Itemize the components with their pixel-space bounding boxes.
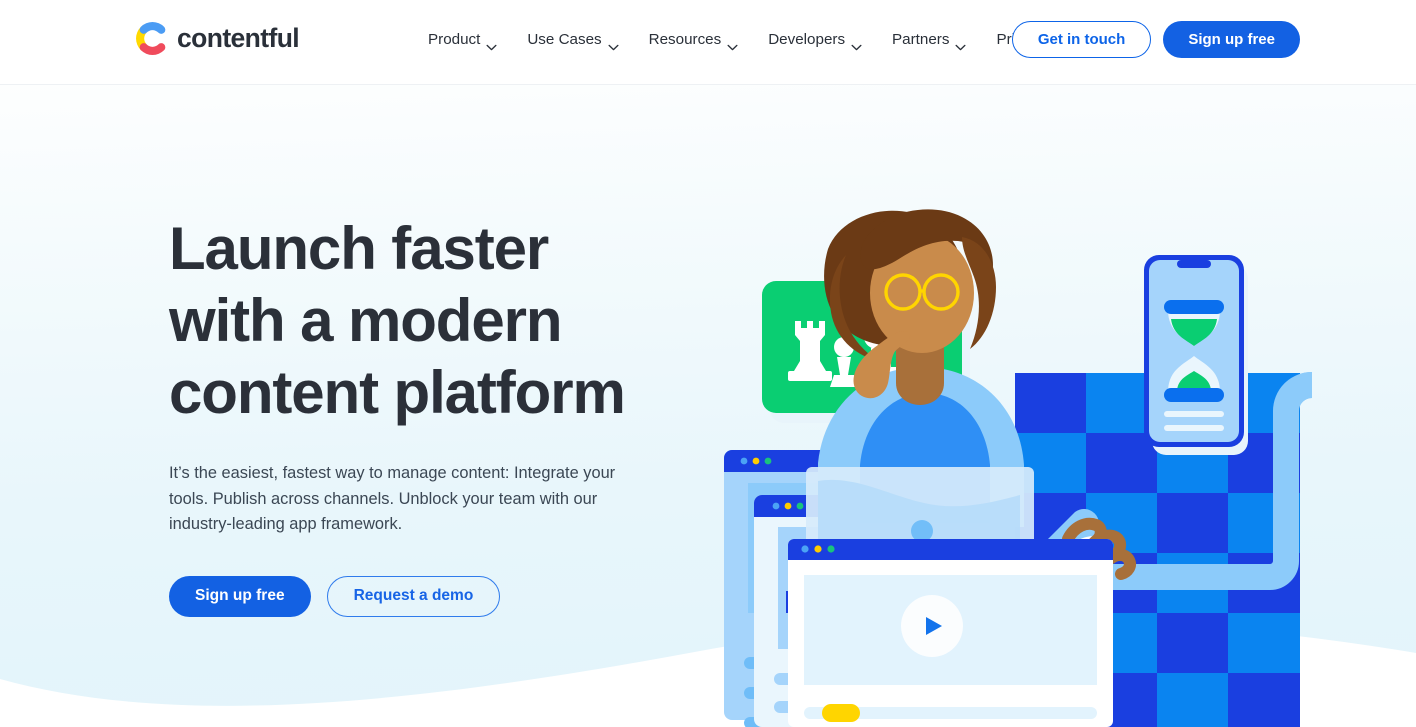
- hero-title-line-1: Launch faster: [169, 215, 549, 282]
- contentful-logo[interactable]: contentful: [136, 22, 300, 55]
- nav-label: Resources: [648, 31, 722, 48]
- nav-label: Developers: [768, 31, 846, 48]
- nav-label: Use Cases: [527, 31, 602, 48]
- nav-item-developers[interactable]: Developers: [768, 30, 878, 50]
- header-sign-up-free-button[interactable]: Sign up free: [1163, 21, 1300, 58]
- hero-cta-group: Sign up free Request a demo: [169, 575, 639, 617]
- nav-label: Product: [428, 31, 481, 48]
- chevron-down-icon: [851, 37, 862, 50]
- play-button[interactable]: [901, 595, 963, 657]
- chevron-down-icon: [955, 37, 966, 50]
- chevron-down-icon: [486, 37, 497, 50]
- site-header: contentful Product Use Cases Resources D…: [0, 0, 1416, 85]
- nav-item-use-cases[interactable]: Use Cases: [527, 30, 634, 50]
- chevron-down-icon: [727, 37, 738, 50]
- nav-label: Partners: [892, 31, 950, 48]
- get-in-touch-button[interactable]: Get in touch: [1011, 21, 1152, 58]
- hero-subtitle: It’s the easiest, fastest way to manage …: [169, 464, 616, 533]
- hero-request-demo-button[interactable]: Request a demo: [326, 575, 501, 617]
- hero-sign-up-free-button[interactable]: Sign up free: [169, 575, 311, 617]
- main-navigation: Product Use Cases Resources Developers P…: [428, 30, 1043, 50]
- hero-illustration: [700, 145, 1400, 727]
- hero-title-line-2: with a modern: [169, 287, 563, 354]
- hero-title: Launch faster with a modern content plat…: [169, 213, 639, 429]
- hero-copy: Launch faster with a modern content plat…: [169, 213, 639, 617]
- hero-title-line-3: content platform: [169, 359, 626, 426]
- nav-item-resources[interactable]: Resources: [649, 30, 755, 50]
- nav-item-product[interactable]: Product: [428, 30, 513, 50]
- page-root: contentful Product Use Cases Resources D…: [0, 0, 1416, 727]
- browser-window-front: [788, 539, 1113, 727]
- contentful-c-logo-icon: [136, 22, 169, 55]
- header-actions: Get in touch Sign up free: [1011, 21, 1300, 58]
- logo-wordmark: contentful: [177, 23, 300, 54]
- hourglass-phone-mockup: [1144, 255, 1248, 455]
- content-pill-yellow: [822, 704, 860, 722]
- nav-item-partners[interactable]: Partners: [892, 30, 982, 50]
- hero-section: Launch faster with a modern content plat…: [0, 85, 1416, 727]
- chevron-down-icon: [608, 37, 619, 50]
